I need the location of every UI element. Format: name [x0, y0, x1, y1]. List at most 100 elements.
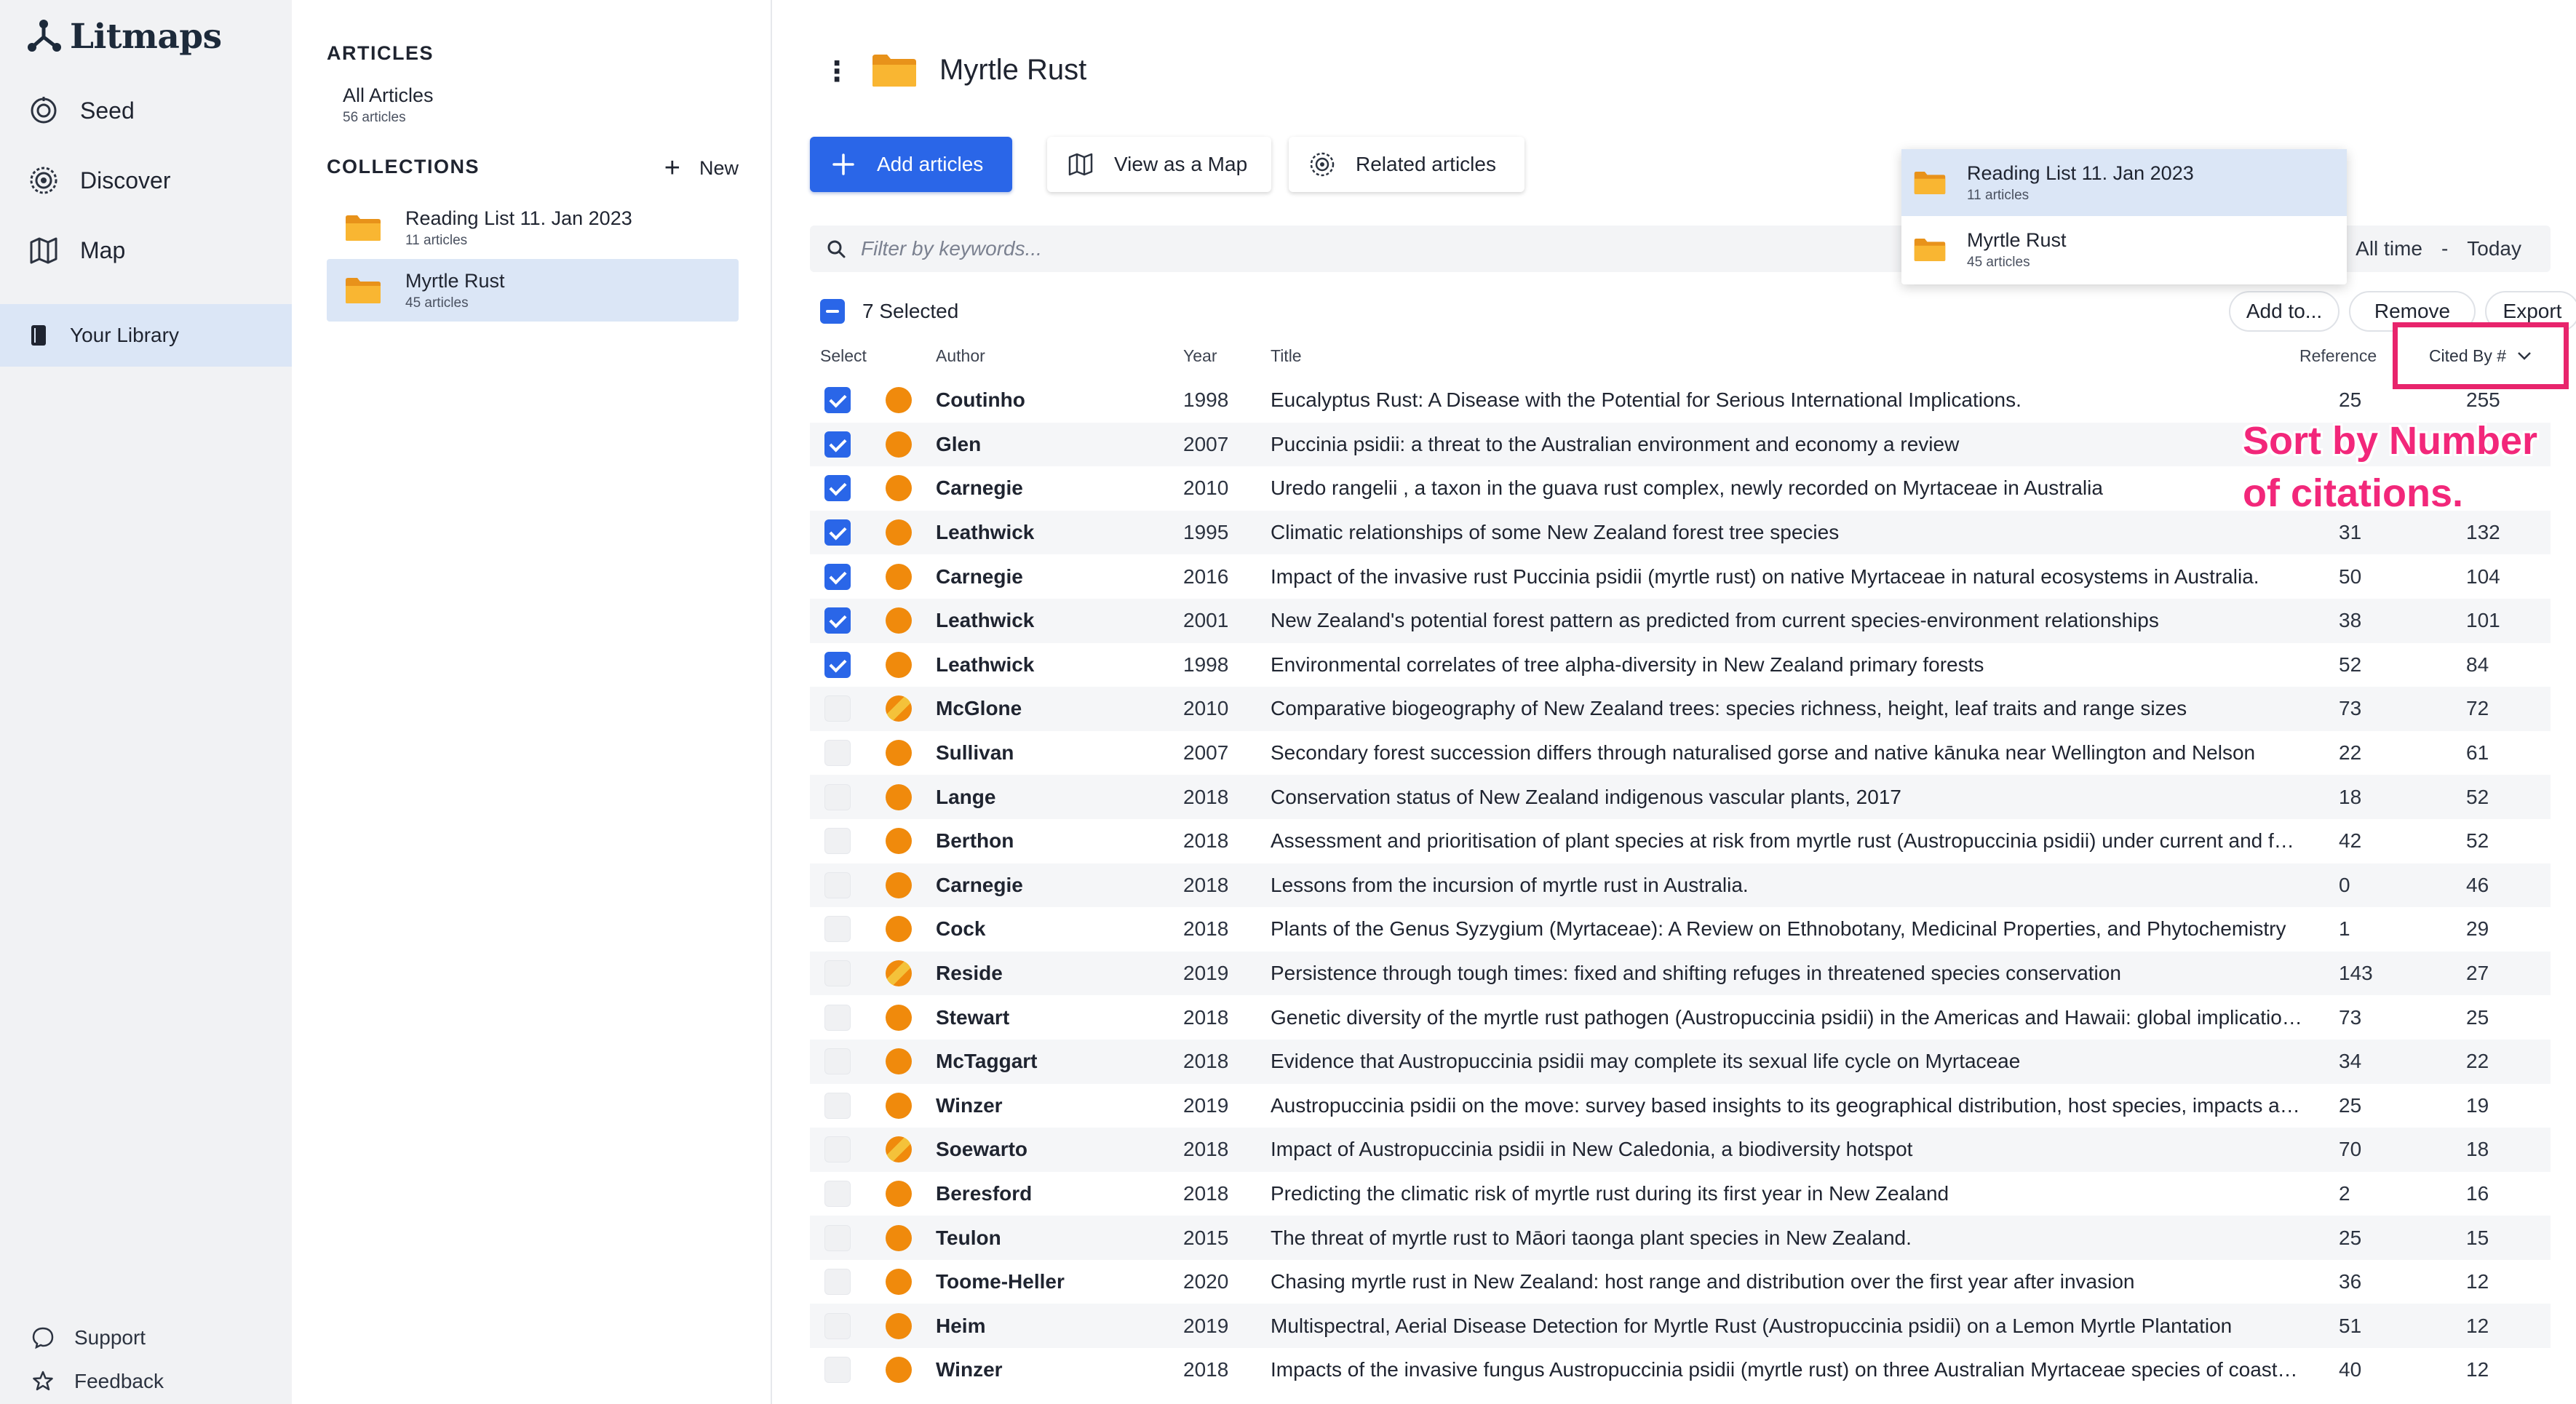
column-year[interactable]: Year [1183, 346, 1217, 366]
nav-feedback[interactable]: Feedback [31, 1365, 164, 1398]
row-checkbox[interactable] [824, 1312, 851, 1339]
table-row[interactable]: Toome-Heller 2020 Chasing myrtle rust in N… [810, 1260, 2551, 1304]
plus-icon [832, 153, 854, 175]
row-title[interactable]: Eucalyptus Rust: A Disease with the Pote… [1271, 388, 2304, 412]
select-all-checkbox[interactable] [820, 299, 845, 324]
nav-item-discover[interactable]: Discover [28, 159, 170, 202]
filter-input[interactable]: Filter by keywords... [861, 237, 1042, 260]
nav-support[interactable]: Support [31, 1321, 146, 1355]
row-reference: 40 [2339, 1358, 2362, 1381]
table-row[interactable]: Carnegie 2016 Impact of the invasive rust … [810, 554, 2551, 599]
row-title[interactable]: Lessons from the incursion of myrtle rus… [1271, 874, 2304, 897]
date-separator: - [2441, 237, 2449, 260]
row-title[interactable]: Impact of Austropuccinia psidii in New C… [1271, 1138, 2304, 1161]
column-title[interactable]: Title [1271, 346, 1302, 366]
table-row[interactable]: McTaggart 2018 Evidence that Austropuccini… [810, 1039, 2551, 1084]
row-title[interactable]: Impacts of the invasive fungus Austropuc… [1271, 1358, 2304, 1381]
row-checkbox[interactable] [824, 871, 851, 898]
table-row[interactable]: Reside 2019 Persistence through tough time… [810, 951, 2551, 996]
row-title[interactable]: Chasing myrtle rust in New Zealand: host… [1271, 1270, 2304, 1293]
row-checkbox[interactable] [824, 1136, 851, 1163]
row-checkbox[interactable] [824, 960, 851, 987]
row-checkbox[interactable] [824, 607, 851, 634]
column-author[interactable]: Author [936, 346, 985, 366]
row-title[interactable]: Impact of the invasive rust Puccinia psi… [1271, 565, 2304, 589]
row-checkbox[interactable] [824, 1180, 851, 1207]
collection-item[interactable]: Reading List 11. Jan 2023 11 articles [327, 196, 739, 259]
row-author: McGlone [936, 697, 1022, 720]
row-year: 2020 [1183, 1270, 1229, 1293]
row-checkbox[interactable] [824, 828, 851, 855]
row-title[interactable]: Secondary forest succession differs thro… [1271, 741, 2304, 765]
row-title[interactable]: The threat of myrtle rust to Māori taong… [1271, 1226, 2304, 1250]
add-to-button[interactable]: Add to... [2229, 291, 2340, 332]
collection-item-active[interactable]: Myrtle Rust 45 articles [327, 259, 739, 322]
row-checkbox[interactable] [824, 651, 851, 678]
row-checkbox[interactable] [824, 1004, 851, 1031]
support-label: Support [74, 1326, 146, 1349]
row-title[interactable]: Conservation status of New Zealand indig… [1271, 786, 2304, 809]
add-articles-button[interactable]: Add articles [810, 137, 1012, 192]
row-title[interactable]: Austropuccinia psidii on the move: surve… [1271, 1094, 2304, 1117]
row-title[interactable]: Evidence that Austropuccinia psidii may … [1271, 1050, 2304, 1073]
row-checkbox[interactable] [824, 695, 851, 722]
row-title[interactable]: Plants of the Genus Syzygium (Myrtaceae)… [1271, 917, 2304, 941]
row-author: Leathwick [936, 653, 1035, 676]
row-title[interactable]: Comparative biogeography of New Zealand … [1271, 697, 2304, 720]
app-logo[interactable]: Litmaps [26, 13, 222, 60]
table-row[interactable]: Leathwick 2001 New Zealand's potential for… [810, 598, 2551, 643]
view-as-map-button[interactable]: View as a Map [1047, 137, 1271, 192]
table-row[interactable]: Winzer 2018 Impacts of the invasive fungus… [810, 1348, 2551, 1392]
dropdown-item[interactable]: Reading List 11. Jan 2023 11 articles [1901, 149, 2347, 216]
dropdown-item[interactable]: Myrtle Rust 45 articles [1901, 216, 2347, 283]
row-title[interactable]: New Zealand's potential forest pattern a… [1271, 609, 2304, 632]
table-row[interactable]: Winzer 2019 Austropuccinia psidii on the m… [810, 1084, 2551, 1128]
row-title[interactable]: Predicting the climatic risk of myrtle r… [1271, 1182, 2304, 1205]
table-row[interactable]: Carnegie 2018 Lessons from the incursion o… [810, 863, 2551, 908]
table-row[interactable]: Soewarto 2018 Impact of Austropuccinia psi… [810, 1128, 2551, 1172]
table-row[interactable]: Berthon 2018 Assessment and prioritisation… [810, 819, 2551, 863]
new-collection-button[interactable]: + New [664, 153, 739, 184]
row-checkbox[interactable] [824, 1092, 851, 1119]
table-row[interactable]: Lange 2018 Conservation status of New Zeal… [810, 775, 2551, 819]
table-row[interactable]: Teulon 2015 The threat of myrtle rust to M… [810, 1216, 2551, 1260]
row-title[interactable]: Environmental correlates of tree alpha-d… [1271, 653, 2304, 677]
row-checkbox[interactable] [824, 783, 851, 810]
row-checkbox[interactable] [824, 1048, 851, 1075]
row-checkbox[interactable] [824, 740, 851, 767]
article-status-icon [886, 1004, 912, 1031]
row-title[interactable]: Puccinia psidii: a threat to the Austral… [1271, 433, 2304, 456]
table-row[interactable]: Beresford 2018 Predicting the climatic ris… [810, 1172, 2551, 1216]
column-reference[interactable]: Reference [2299, 346, 2377, 366]
table-row[interactable]: Stewart 2018 Genetic diversity of the myrt… [810, 995, 2551, 1040]
nav-item-map[interactable]: Map [28, 228, 125, 272]
row-title[interactable]: Genetic diversity of the myrtle rust pat… [1271, 1006, 2304, 1029]
row-title[interactable]: Climatic relationships of some New Zeala… [1271, 521, 2304, 544]
table-row[interactable]: Sullivan 2007 Secondary forest succession … [810, 731, 2551, 775]
row-title[interactable]: Assessment and prioritisation of plant s… [1271, 829, 2304, 853]
table-row[interactable]: Heim 2019 Multispectral, Aerial Disease De… [810, 1304, 2551, 1349]
row-title[interactable]: Persistence through tough times: fixed a… [1271, 962, 2304, 985]
row-checkbox[interactable] [824, 1269, 851, 1296]
all-articles-item[interactable]: All Articles 56 articles [343, 84, 434, 126]
row-checkbox[interactable] [824, 916, 851, 943]
table-row[interactable]: Leathwick 1998 Environmental correlates of… [810, 643, 2551, 687]
related-articles-button[interactable]: Related articles [1289, 137, 1524, 192]
table-row[interactable]: McGlone 2010 Comparative biogeography of N… [810, 687, 2551, 731]
row-checkbox[interactable] [824, 519, 851, 546]
row-checkbox[interactable] [824, 1224, 851, 1251]
nav-item-your-library[interactable]: Your Library [0, 304, 292, 367]
all-articles-count: 56 articles [343, 110, 406, 125]
row-title[interactable]: Uredo rangelii , a taxon in the guava ru… [1271, 476, 2304, 500]
row-checkbox[interactable] [824, 563, 851, 590]
star-icon [33, 1371, 53, 1391]
row-title[interactable]: Multispectral, Aerial Disease Detection … [1271, 1315, 2304, 1338]
row-checkbox[interactable] [824, 1357, 851, 1384]
table-row[interactable]: Cock 2018 Plants of the Genus Syzygium (My… [810, 907, 2551, 952]
nav-item-seed[interactable]: Seed [28, 89, 135, 132]
date-range[interactable]: All time - Today [2356, 226, 2521, 272]
row-checkbox[interactable] [824, 431, 851, 458]
row-checkbox[interactable] [824, 475, 851, 502]
row-checkbox[interactable] [824, 387, 851, 414]
more-options-icon[interactable]: ⋮ [823, 54, 851, 90]
